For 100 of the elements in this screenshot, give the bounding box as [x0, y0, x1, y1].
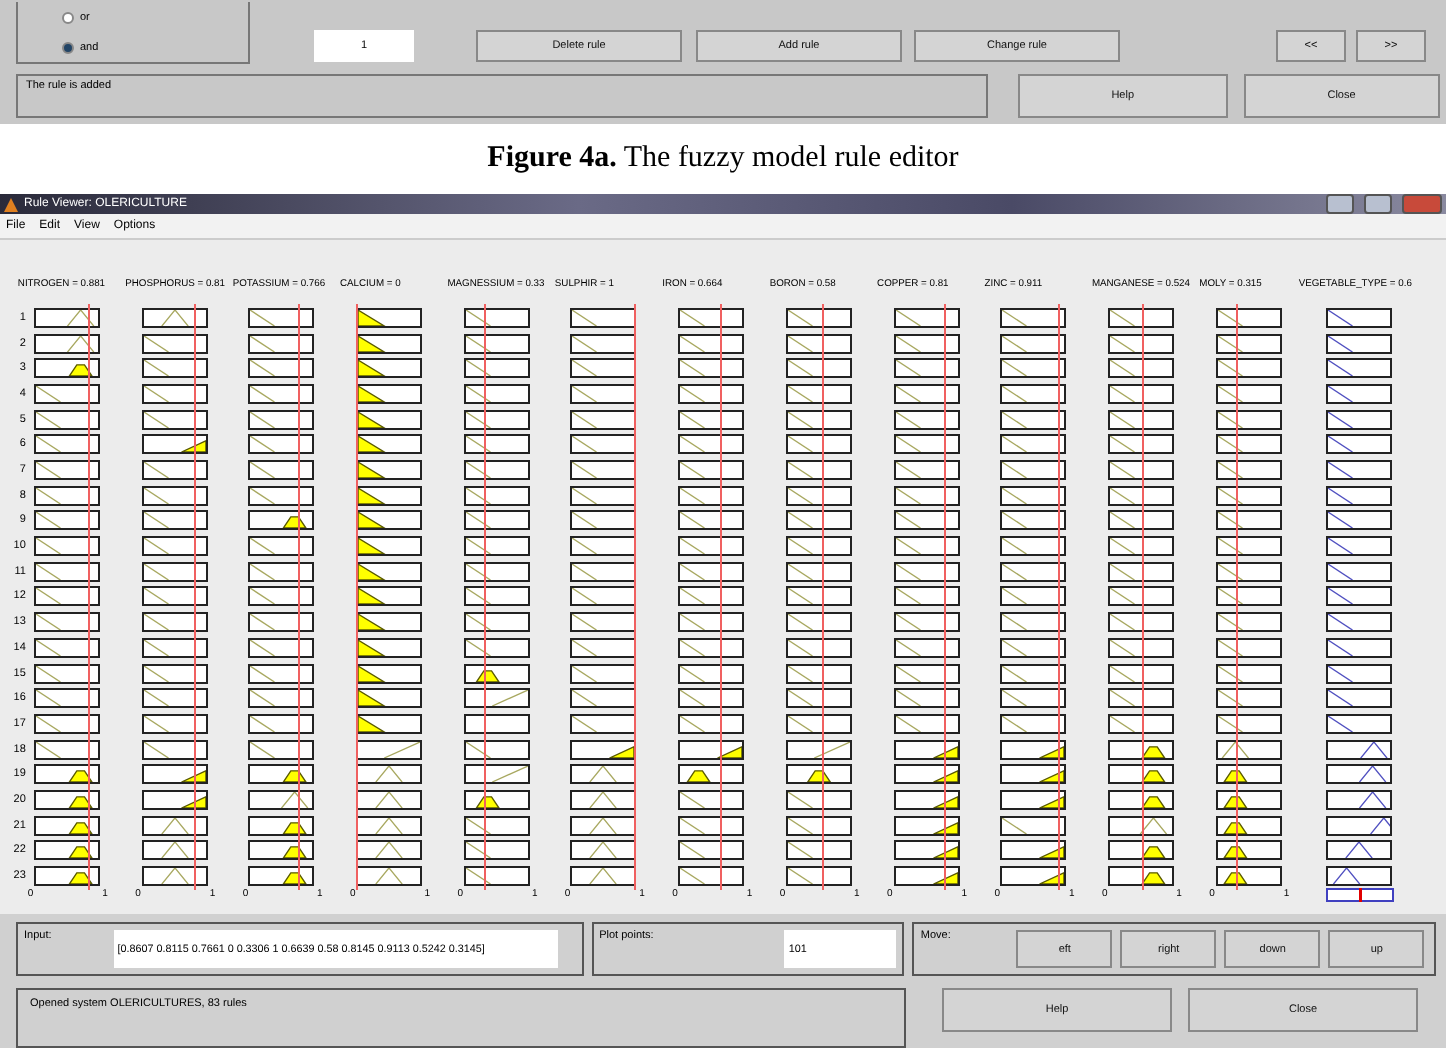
- membership-plot: [248, 536, 315, 557]
- membership-plot: [1000, 789, 1067, 810]
- membership-plot: [141, 434, 208, 455]
- membership-plot: [356, 789, 423, 810]
- radio-button[interactable]: [62, 41, 74, 53]
- input-line[interactable]: [944, 303, 947, 890]
- membership-plot: [1215, 815, 1282, 836]
- membership-plot: [33, 536, 100, 557]
- membership-plot: [463, 434, 530, 455]
- membership-plot: [141, 383, 208, 404]
- membership-plot: [141, 764, 208, 785]
- membership-plot: [141, 536, 208, 557]
- membership-plot: [33, 612, 100, 633]
- membership-plot: [1000, 333, 1067, 354]
- minimize-button[interactable]: [1326, 194, 1354, 215]
- input-line[interactable]: [356, 303, 359, 890]
- input-line[interactable]: [1141, 303, 1144, 890]
- membership-plot: [785, 789, 852, 810]
- membership-plot: [1107, 485, 1174, 506]
- radio-button[interactable]: [62, 11, 74, 23]
- membership-plot: [33, 586, 100, 607]
- membership-plot: [1215, 663, 1282, 683]
- membership-plot: [785, 460, 852, 480]
- membership-plot: [1215, 866, 1282, 886]
- membership-plot: [248, 383, 315, 404]
- membership-plot: [678, 383, 745, 404]
- membership-plot: [1326, 713, 1393, 734]
- membership-plot: [785, 358, 852, 379]
- membership-plot: [248, 586, 315, 607]
- membership-plot: [356, 561, 423, 582]
- membership-plot: [463, 409, 530, 430]
- membership-plot: [1215, 688, 1282, 709]
- membership-plot: [463, 561, 530, 582]
- membership-plot: [893, 358, 960, 379]
- membership-plot: [1107, 637, 1174, 658]
- input-line[interactable]: [720, 303, 723, 890]
- membership-plot: [141, 409, 208, 430]
- output-plot[interactable]: [1326, 888, 1395, 902]
- membership-plot: [1000, 840, 1067, 861]
- membership-plot: [893, 840, 960, 861]
- membership-plot: [1215, 358, 1282, 379]
- membership-plot: [463, 815, 530, 836]
- membership-plot: [1000, 612, 1067, 633]
- membership-plot: [1107, 663, 1174, 683]
- membership-plot: [248, 358, 315, 379]
- membership-plot: [1326, 663, 1393, 683]
- membership-plot: [248, 409, 315, 430]
- membership-plot: [1107, 536, 1174, 557]
- membership-plot: [33, 789, 100, 810]
- membership-plot: [1326, 409, 1393, 430]
- membership-plot: [570, 637, 637, 658]
- membership-plot: [678, 485, 745, 506]
- membership-plot: [248, 840, 315, 861]
- input-line[interactable]: [193, 303, 196, 890]
- membership-plot: [785, 510, 852, 531]
- membership-plot: [1107, 866, 1174, 886]
- membership-plot: [248, 688, 315, 709]
- membership-plot: [33, 409, 100, 430]
- membership-plot: [678, 713, 745, 734]
- membership-plot: [1000, 663, 1067, 683]
- input-line[interactable]: [88, 303, 91, 890]
- membership-plot: [785, 688, 852, 709]
- membership-plot: [893, 612, 960, 633]
- membership-plot: [678, 333, 745, 354]
- membership-plot: [893, 866, 960, 886]
- membership-plot: [1326, 688, 1393, 709]
- membership-plot: [356, 688, 423, 709]
- membership-plot: [141, 713, 208, 734]
- membership-plot: [785, 485, 852, 506]
- membership-plot: [463, 866, 530, 886]
- membership-plot: [1000, 586, 1067, 607]
- close-button[interactable]: [1402, 194, 1442, 215]
- input-line[interactable]: [484, 303, 487, 890]
- membership-plot: [678, 866, 745, 886]
- membership-plot: [248, 307, 315, 328]
- membership-plot: [1326, 358, 1393, 379]
- membership-plot: [356, 434, 423, 455]
- membership-plot: [33, 383, 100, 404]
- membership-plot: [248, 637, 315, 658]
- input-line[interactable]: [822, 303, 825, 890]
- membership-plot: [1107, 434, 1174, 455]
- input-line[interactable]: [297, 303, 300, 890]
- membership-plot: [33, 510, 100, 531]
- membership-plot: [570, 561, 637, 582]
- membership-plot: [248, 460, 315, 480]
- maximize-button[interactable]: [1364, 194, 1392, 215]
- membership-plot: [570, 460, 637, 480]
- membership-plot: [1000, 739, 1067, 760]
- membership-plot: [570, 815, 637, 836]
- input-line[interactable]: [1235, 303, 1238, 890]
- membership-plot: [893, 536, 960, 557]
- input-line[interactable]: [634, 303, 637, 890]
- input-line[interactable]: [1058, 303, 1061, 890]
- membership-plot: [356, 510, 423, 531]
- membership-plot: [1326, 536, 1393, 557]
- membership-plot: [785, 840, 852, 861]
- membership-plot: [356, 663, 423, 683]
- membership-plot: [33, 866, 100, 886]
- membership-plot: [570, 764, 637, 785]
- membership-plot: [893, 409, 960, 430]
